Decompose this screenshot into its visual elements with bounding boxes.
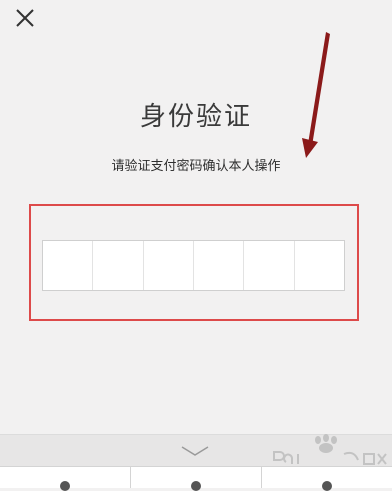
chevron-down-icon[interactable]	[180, 445, 210, 457]
annotation-arrow-icon	[302, 32, 330, 158]
pin-cell	[93, 241, 144, 290]
page-title: 身份验证	[139, 102, 252, 132]
pin-cell	[144, 241, 194, 290]
payment-password-input[interactable]	[42, 240, 345, 291]
keypad-key[interactable]	[131, 467, 262, 491]
pin-cell	[295, 241, 344, 290]
close-button[interactable]	[12, 5, 38, 31]
watermark-logo	[273, 434, 387, 465]
keypad-key[interactable]	[0, 467, 131, 491]
key-glyph-icon	[60, 481, 70, 491]
close-icon	[16, 9, 34, 27]
pin-cell	[43, 241, 94, 290]
pin-cell	[194, 241, 245, 290]
pin-cell	[244, 241, 295, 290]
page-subtitle: 请验证支付密码确认本人操作	[111, 159, 281, 174]
key-glyph-icon	[191, 481, 201, 491]
key-glyph-icon	[322, 481, 332, 491]
